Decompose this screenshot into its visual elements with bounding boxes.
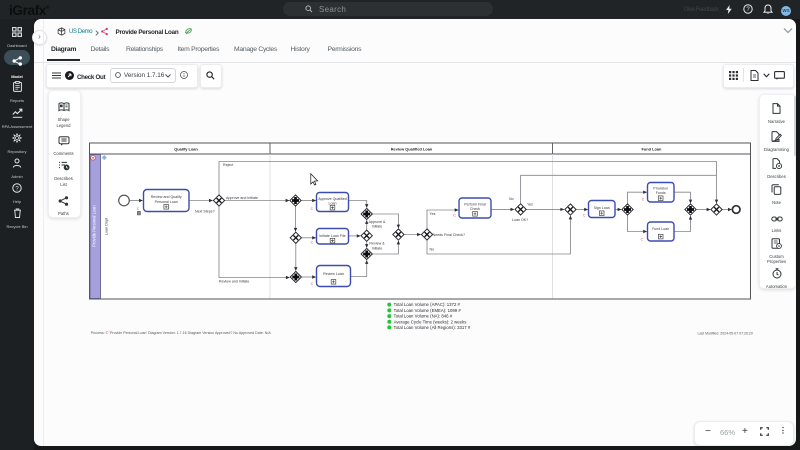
svg-text:Initiate: Initiate xyxy=(372,246,383,250)
svg-text:No: No xyxy=(430,248,435,252)
svg-text:Total Loan Volume (All Regions: Total Loan Volume (All Regions): 3317 # xyxy=(394,325,471,330)
svg-text:Fund Loan: Fund Loan xyxy=(652,227,669,231)
svg-text:Initiate: Initiate xyxy=(372,225,383,229)
svg-text:Loan OK?: Loan OK? xyxy=(512,218,528,222)
svg-text:Approve &: Approve & xyxy=(369,220,386,224)
svg-text:No: No xyxy=(509,197,514,201)
svg-text:Sign Loan: Sign Loan xyxy=(594,206,610,210)
svg-text:Yes: Yes xyxy=(527,202,533,206)
svg-text:Perform Final: Perform Final xyxy=(464,202,486,206)
svg-text:Qualify Loan: Qualify Loan xyxy=(174,146,198,151)
svg-text:Needs Final Check?: Needs Final Check? xyxy=(433,233,465,237)
svg-text:Provision: Provision xyxy=(653,186,668,190)
svg-text:Average Cycle Time (weeks): 2: Average Cycle Time (weeks): 2 weeks xyxy=(394,319,467,324)
svg-text:Next Steps?: Next Steps? xyxy=(195,209,215,213)
svg-text:Review &: Review & xyxy=(369,242,385,246)
svg-text:Review and Qualify: Review and Qualify xyxy=(151,195,182,199)
svg-text:Loan: Loan xyxy=(329,201,337,205)
svg-text:Last Modified: 2024-05-07 07:2: Last Modified: 2024-05-07 07:26:20 xyxy=(698,331,753,335)
svg-text:Total Loan Volume (NA): 846 #: Total Loan Volume (NA): 846 # xyxy=(394,314,453,319)
svg-text:Personal Loan: Personal Loan xyxy=(155,200,178,204)
svg-text:Total Loan Volume (EMEA): 1099: Total Loan Volume (EMEA): 1099 # xyxy=(394,308,462,313)
svg-text:Provide Personal Loan: Provide Personal Loan xyxy=(92,205,97,247)
svg-text:Funds: Funds xyxy=(656,191,666,195)
svg-text:Yes: Yes xyxy=(430,212,436,216)
svg-text:Review Qualified Loan: Review Qualified Loan xyxy=(391,146,433,151)
svg-text:Fund Loan: Fund Loan xyxy=(642,146,663,151)
svg-text:Reject: Reject xyxy=(223,163,233,167)
svg-text:Total Loan Volume (APAC): 1372: Total Loan Volume (APAC): 1372 # xyxy=(394,302,461,307)
svg-text:Loan Dept: Loan Dept xyxy=(105,217,109,235)
svg-text:Review Loan: Review Loan xyxy=(323,272,344,276)
svg-text:Review and Initiate: Review and Initiate xyxy=(219,280,249,284)
svg-text:Check: Check xyxy=(470,207,480,211)
svg-text:Approve and Initiate: Approve and Initiate xyxy=(226,196,258,200)
svg-text:Initiate Loan File: Initiate Loan File xyxy=(319,234,345,238)
svg-text:Approve Qualified: Approve Qualified xyxy=(318,197,347,201)
svg-text:Process: © 'Provide Personal L: Process: © 'Provide Personal Loan' Diagr… xyxy=(91,331,272,335)
